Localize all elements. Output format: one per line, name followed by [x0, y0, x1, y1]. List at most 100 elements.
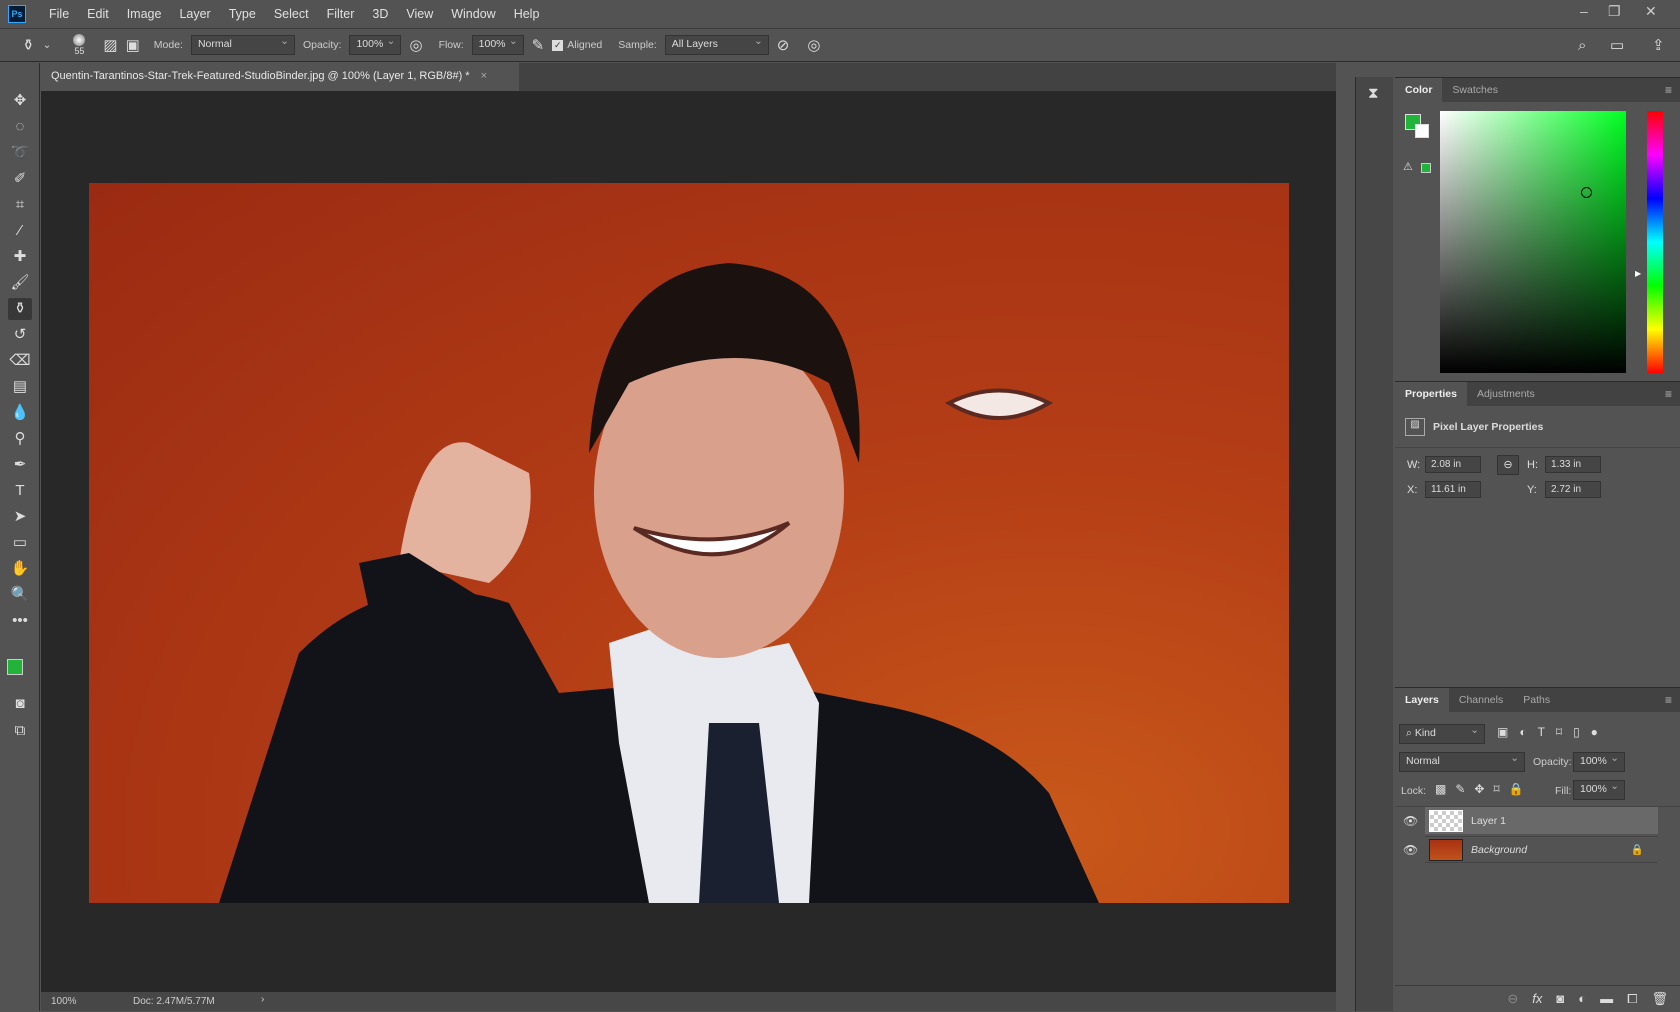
minimize-button[interactable]: –: [1580, 3, 1588, 19]
layer-row-layer-1[interactable]: Layer 1: [1425, 807, 1658, 834]
more-tools-icon[interactable]: •••: [8, 610, 32, 632]
visibility-eye-icon[interactable]: 👁: [1403, 814, 1418, 828]
path-select-tool-icon[interactable]: ➤: [8, 506, 32, 528]
flow-field[interactable]: 100%: [471, 35, 524, 55]
close-tab-icon[interactable]: ×: [481, 70, 487, 82]
hue-slider[interactable]: [1647, 111, 1663, 373]
tab-layers[interactable]: Layers: [1395, 688, 1449, 712]
close-button[interactable]: ✕: [1645, 3, 1657, 20]
add-mask-icon[interactable]: ◙: [1556, 991, 1564, 1007]
screen-mode-icon[interactable]: ⧉: [8, 720, 32, 742]
delete-layer-icon[interactable]: 🗑: [1651, 991, 1668, 1007]
menu-view[interactable]: View: [397, 7, 442, 21]
new-layer-icon[interactable]: ⧠: [1627, 991, 1637, 1007]
blur-tool-icon[interactable]: 💧: [8, 402, 32, 424]
menu-help[interactable]: Help: [505, 7, 549, 21]
quick-mask-icon[interactable]: ◙: [8, 693, 32, 715]
visibility-eye-icon[interactable]: 👁: [1403, 843, 1418, 857]
gradient-tool-icon[interactable]: ▤: [8, 376, 32, 398]
width-field[interactable]: 2.08 in: [1425, 456, 1481, 473]
menu-edit[interactable]: Edit: [78, 7, 118, 21]
crop-tool-icon[interactable]: ⌗: [8, 194, 32, 216]
zoom-level[interactable]: 100%: [51, 996, 77, 1007]
panel-menu-icon[interactable]: ≡: [1665, 693, 1672, 707]
healing-brush-tool-icon[interactable]: ✚: [8, 246, 32, 268]
lock-icon[interactable]: 🔒: [1631, 843, 1644, 856]
layer-opacity-field[interactable]: 100%: [1573, 752, 1625, 772]
pressure-opacity-icon[interactable]: ◎: [409, 36, 422, 54]
panel-menu-icon[interactable]: ≡: [1665, 83, 1672, 97]
share-icon[interactable]: ⇪: [1652, 36, 1665, 54]
link-dimensions-icon[interactable]: ⊖: [1497, 455, 1519, 475]
tab-color[interactable]: Color: [1395, 78, 1443, 102]
gamut-swatch[interactable]: [1421, 163, 1431, 173]
history-brush-tool-icon[interactable]: ↺: [8, 324, 32, 346]
x-field[interactable]: 11.61 in: [1425, 481, 1481, 498]
menu-file[interactable]: File: [40, 7, 78, 21]
airbrush-icon[interactable]: ✎: [532, 36, 545, 54]
fx-icon[interactable]: fx: [1532, 991, 1542, 1007]
panel-menu-icon[interactable]: ≡: [1665, 387, 1672, 401]
color-picker-cursor[interactable]: [1581, 187, 1592, 198]
aligned-checkbox[interactable]: ✓ Aligned: [552, 39, 602, 51]
search-icon[interactable]: ⌕: [1578, 37, 1586, 54]
foreground-color-swatch[interactable]: [7, 659, 23, 675]
workspace-icon[interactable]: ▭: [1610, 36, 1624, 54]
quick-select-tool-icon[interactable]: ✐: [8, 168, 32, 190]
rectangle-tool-icon[interactable]: ▭: [8, 532, 32, 554]
gamut-warning-icon[interactable]: ⚠: [1403, 160, 1413, 173]
blend-mode-select[interactable]: Normal: [1399, 752, 1525, 772]
pressure-size-icon[interactable]: ◎: [807, 36, 820, 54]
mode-select[interactable]: Normal: [190, 35, 295, 55]
ignore-adjustment-icon[interactable]: ⊘: [777, 36, 790, 54]
type-tool-icon[interactable]: T: [8, 480, 32, 502]
opacity-field[interactable]: 100%: [349, 35, 402, 55]
link-layers-icon[interactable]: ⊖: [1507, 991, 1518, 1007]
zoom-tool-icon[interactable]: 🔍: [8, 584, 32, 606]
height-field[interactable]: 1.33 in: [1545, 456, 1601, 473]
menu-select[interactable]: Select: [265, 7, 318, 21]
tab-channels[interactable]: Channels: [1449, 688, 1513, 712]
document-tab[interactable]: Quentin-Tarantinos-Star-Trek-Featured-St…: [41, 63, 519, 91]
brush-tool-icon[interactable]: 🖌: [8, 272, 32, 294]
tab-adjustments[interactable]: Adjustments: [1467, 382, 1545, 406]
lasso-tool-icon[interactable]: ➰: [8, 142, 32, 164]
hand-tool-icon[interactable]: ✋: [8, 558, 32, 580]
layer-row-background[interactable]: Background 🔒: [1425, 836, 1658, 863]
filter-type-icons[interactable]: ▣◐T⌑▯●: [1497, 725, 1609, 739]
menu-layer[interactable]: Layer: [170, 7, 219, 21]
brush-preset-picker[interactable]: 55: [73, 34, 86, 56]
tab-properties[interactable]: Properties: [1395, 382, 1467, 406]
eraser-tool-icon[interactable]: ⌫: [8, 350, 32, 372]
clone-source-icon[interactable]: ▣: [126, 36, 140, 54]
menu-3d[interactable]: 3D: [363, 7, 397, 21]
status-menu-arrow[interactable]: ›: [261, 994, 264, 1005]
restore-button[interactable]: ❐: [1608, 3, 1621, 20]
sample-select[interactable]: All Layers: [664, 35, 769, 55]
pen-tool-icon[interactable]: ✒: [8, 454, 32, 476]
menu-filter[interactable]: Filter: [318, 7, 364, 21]
color-field[interactable]: [1440, 111, 1626, 373]
tab-swatches[interactable]: Swatches: [1442, 78, 1508, 102]
layer-filter-select[interactable]: ⌕ Kind: [1399, 724, 1485, 744]
dodge-tool-icon[interactable]: ⚲: [8, 428, 32, 450]
hue-slider-marker-icon[interactable]: ▶: [1635, 269, 1641, 278]
tab-paths[interactable]: Paths: [1513, 688, 1560, 712]
clone-stamp-tool-icon[interactable]: ⚱: [8, 298, 32, 320]
new-group-icon[interactable]: ▬: [1600, 991, 1613, 1007]
adjustment-layer-icon[interactable]: ◐: [1578, 991, 1586, 1007]
brush-settings-icon[interactable]: ▨: [103, 36, 117, 54]
lock-icons[interactable]: ▩✎✥⌑🔒: [1435, 782, 1533, 796]
document-image[interactable]: [89, 183, 1289, 903]
menu-type[interactable]: Type: [220, 7, 265, 21]
eyedropper-tool-icon[interactable]: ⁄: [8, 220, 32, 242]
move-tool-icon[interactable]: ✥: [8, 90, 32, 112]
menu-image[interactable]: Image: [118, 7, 171, 21]
fill-field[interactable]: 100%: [1573, 780, 1625, 800]
menu-window[interactable]: Window: [442, 7, 504, 21]
clone-stamp-icon[interactable]: ⚱: [22, 36, 35, 54]
y-field[interactable]: 2.72 in: [1545, 481, 1601, 498]
marquee-tool-icon[interactable]: ◌: [8, 116, 32, 138]
background-color-swatch[interactable]: [1415, 124, 1429, 138]
tool-preset-chevron-icon[interactable]: ⌄: [43, 39, 52, 51]
